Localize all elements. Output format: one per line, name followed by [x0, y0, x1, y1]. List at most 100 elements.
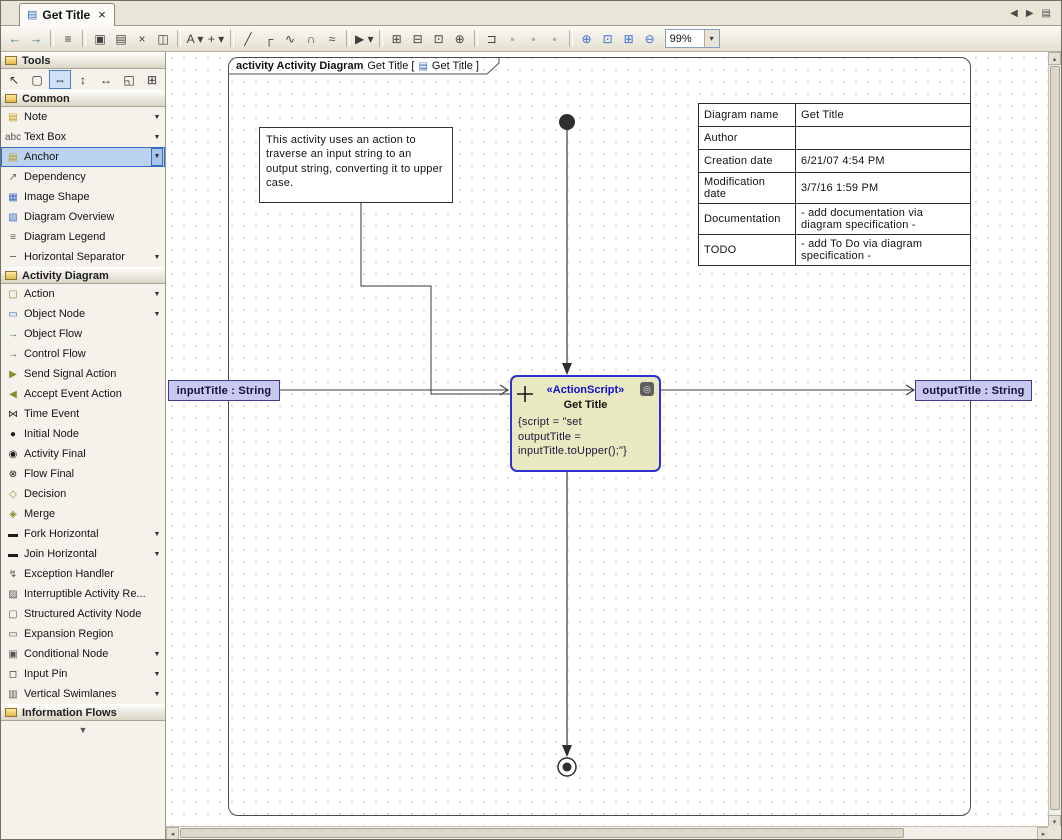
output-object-node[interactable]: outputTitle : String — [915, 380, 1032, 401]
horizontal-scrollbar[interactable]: ◂ ▸ — [166, 826, 1050, 839]
zoom-combo-caret-icon[interactable]: ▾ — [704, 30, 719, 47]
dropdown-caret-icon[interactable]: ▼ — [151, 291, 163, 298]
palette-item-structured-activity-node[interactable]: ▢ Structured Activity Node — [1, 604, 165, 624]
diagram-canvas[interactable]: activity Activity Diagram Get Title [ ▤ … — [166, 52, 1050, 828]
palette-item-object-node[interactable]: ▭ Object Node ▼ — [1, 304, 165, 324]
palette-item-merge[interactable]: ◈ Merge — [1, 504, 165, 524]
palette-item-interruptible-activity-region[interactable]: ▨ Interruptible Activity Re... — [1, 584, 165, 604]
text-style-button[interactable]: A ▾ — [185, 29, 205, 49]
palette-item-send-signal-action[interactable]: ▶ Send Signal Action — [1, 364, 165, 384]
toolbar-separator — [82, 30, 86, 47]
tab-get-title[interactable]: ▤ Get Title × — [19, 3, 115, 26]
tabs-list-icon[interactable]: ▤ — [1042, 8, 1051, 19]
zoom-region-button[interactable]: ⊡ — [598, 29, 618, 49]
palette-section-common[interactable]: Common — [1, 90, 165, 107]
palette-item-time-event[interactable]: ⋈ Time Event — [1, 404, 165, 424]
dropdown-caret-icon[interactable]: ▼ — [151, 651, 163, 658]
zoom-out-button[interactable]: ⊖ — [640, 29, 660, 49]
marquee-select-tool[interactable]: ▢ — [26, 70, 48, 89]
forward-button[interactable]: → — [26, 29, 46, 49]
dropdown-caret-icon[interactable]: ▼ — [151, 691, 163, 698]
containment-tree-button[interactable]: ≡ — [58, 29, 78, 49]
palette-scroll-more-icon[interactable]: ▼ — [1, 721, 165, 735]
insert-element-button[interactable]: ⊟ — [408, 29, 428, 49]
back-button[interactable]: ← — [5, 29, 25, 49]
action-node-get-title[interactable]: «ActionScript» ◎ Get Title {script = "se… — [510, 375, 661, 472]
insert-diagram-button[interactable]: ⊡ — [429, 29, 449, 49]
frame-header[interactable]: activity Activity Diagram Get Title [ ▤ … — [229, 58, 501, 74]
vertical-scrollbar-thumb[interactable] — [1050, 66, 1060, 810]
documentation-note[interactable]: This activity uses an action to traverse… — [259, 127, 453, 203]
refresh-button[interactable]: ⊕ — [450, 29, 470, 49]
horizontal-scrollbar-thumb[interactable] — [180, 828, 904, 838]
line-style-oblique-button[interactable]: ∿ — [280, 29, 300, 49]
swimlane-grid-tool[interactable]: ⊞ — [141, 70, 163, 89]
palette-item-control-flow[interactable]: → Control Flow — [1, 344, 165, 364]
dropdown-caret-icon[interactable]: ▼ — [151, 531, 163, 538]
palette-item-note[interactable]: ▤ Note ▼ — [1, 107, 165, 127]
detach-button[interactable]: ⊐ — [482, 29, 502, 49]
line-style-straight-button[interactable]: ╱ — [238, 29, 258, 49]
palette-item-flow-final[interactable]: ⊗ Flow Final — [1, 464, 165, 484]
palette-item-dependency[interactable]: ↗ Dependency — [1, 167, 165, 187]
scroll-up-icon[interactable]: ▴ — [1048, 52, 1061, 65]
palette-item-accept-event-action[interactable]: ◀ Accept Event Action — [1, 384, 165, 404]
tabs-scroll-right-icon[interactable]: ▶ — [1026, 8, 1034, 19]
info-table-row: Creation date 6/21/07 4:54 PM — [699, 150, 971, 173]
align-shapes-tool[interactable]: ↕ — [72, 70, 94, 89]
diagram-info-table[interactable]: Diagram name Get Title Author Creation d… — [698, 103, 971, 266]
snap-position-button[interactable]: + ▾ — [206, 29, 226, 49]
zoom-in-button[interactable]: ⊕ — [577, 29, 597, 49]
dropdown-caret-icon[interactable]: ▼ — [151, 671, 163, 678]
common-items: ▤ Note ▼ abc Text Box ▼ ▤ Anchor ▼ — [1, 107, 165, 267]
palette-section-activity-diagram[interactable]: Activity Diagram — [1, 267, 165, 284]
insert-shape-button[interactable]: ⊞ — [387, 29, 407, 49]
input-object-node[interactable]: inputTitle : String — [168, 380, 280, 401]
palette-item-join-horizontal[interactable]: ▬ Join Horizontal ▼ — [1, 544, 165, 564]
line-style-rectilinear-button[interactable]: ┌ — [259, 29, 279, 49]
palette-item-activity-final[interactable]: ◉ Activity Final — [1, 444, 165, 464]
palette-item-fork-horizontal[interactable]: ▬ Fork Horizontal ▼ — [1, 524, 165, 544]
palette-item-diagram-overview[interactable]: ▧ Diagram Overview — [1, 207, 165, 227]
works-with-tool[interactable]: ⇔ — [49, 70, 71, 89]
palette-section-tools[interactable]: Tools — [1, 52, 165, 69]
dropdown-caret-icon[interactable]: ▼ — [151, 551, 163, 558]
palette-item-expansion-region[interactable]: ▭ Expansion Region — [1, 624, 165, 644]
dropdown-caret-icon[interactable]: ▼ — [151, 148, 163, 166]
palette-item-text-box[interactable]: abc Text Box ▼ — [1, 127, 165, 147]
copy-button[interactable]: ▣ — [90, 29, 110, 49]
tabs-scroll-left-icon[interactable]: ◀ — [1010, 8, 1018, 19]
vertical-scrollbar[interactable]: ▴ ▾ — [1048, 52, 1061, 828]
palette-item-action[interactable]: ▢ Action ▼ — [1, 284, 165, 304]
palette-item-decision[interactable]: ◇ Decision — [1, 484, 165, 504]
tab-close-icon[interactable]: × — [98, 7, 106, 22]
dropdown-caret-icon[interactable]: ▼ — [151, 114, 163, 121]
scroll-left-icon[interactable]: ◂ — [166, 827, 179, 840]
dropdown-caret-icon[interactable]: ▼ — [151, 134, 163, 141]
dropdown-caret-icon[interactable]: ▼ — [151, 254, 163, 261]
selection-tool[interactable]: ↖ — [3, 70, 25, 89]
palette-item-anchor[interactable]: ▤ Anchor ▼ — [1, 147, 165, 167]
dropdown-caret-icon[interactable]: ▼ — [151, 311, 163, 318]
palette-item-input-pin[interactable]: ◻ Input Pin ▼ — [1, 664, 165, 684]
zoom-fit-button[interactable]: ⊞ — [619, 29, 639, 49]
toolbar-separator — [569, 30, 573, 47]
palette-item-diagram-legend[interactable]: ≡ Diagram Legend — [1, 227, 165, 247]
palette-section-information-flows[interactable]: Information Flows — [1, 704, 165, 721]
distribute-shapes-tool[interactable]: ↔ — [95, 70, 117, 89]
palette-item-object-flow[interactable]: → Object Flow — [1, 324, 165, 344]
line-style-spline-button[interactable]: ≈ — [322, 29, 342, 49]
palette-item-conditional-node[interactable]: ▣ Conditional Node ▼ — [1, 644, 165, 664]
palette-item-image-shape[interactable]: ▦ Image Shape — [1, 187, 165, 207]
palette-item-horizontal-separator[interactable]: ┄ Horizontal Separator ▼ — [1, 247, 165, 267]
palette-item-initial-node[interactable]: ● Initial Node — [1, 424, 165, 444]
line-style-curve-button[interactable]: ∩ — [301, 29, 321, 49]
arrow-style-button[interactable]: ▶ ▾ — [354, 29, 375, 49]
palette-item-vertical-swimlanes[interactable]: ▥ Vertical Swimlanes ▼ — [1, 684, 165, 704]
zoom-level-combobox[interactable]: 99% ▾ — [665, 29, 720, 48]
paste-button[interactable]: ▤ — [111, 29, 131, 49]
resize-tool[interactable]: ◱ — [118, 70, 140, 89]
layout-button[interactable]: ◫ — [153, 29, 173, 49]
delete-button[interactable]: × — [132, 29, 152, 49]
palette-item-exception-handler[interactable]: ↯ Exception Handler — [1, 564, 165, 584]
